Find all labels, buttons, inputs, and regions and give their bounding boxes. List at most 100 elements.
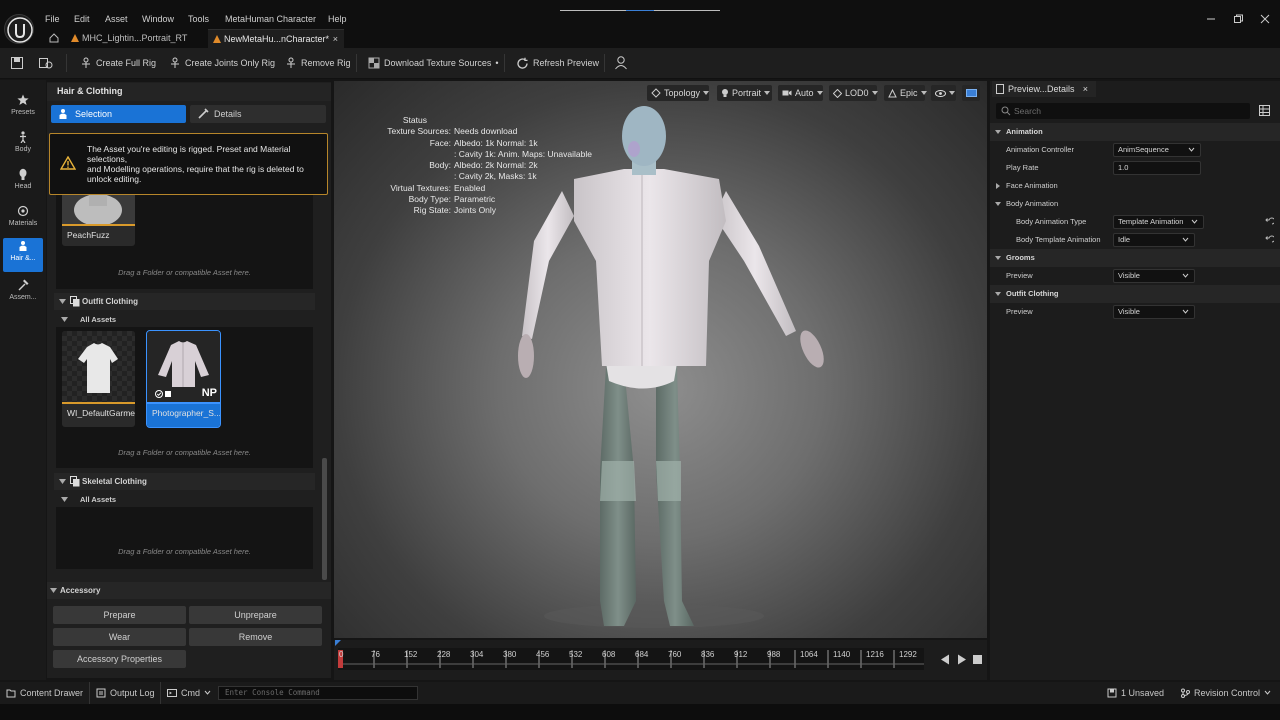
- rail-assembly-label: Assem...: [9, 294, 37, 301]
- rail-presets[interactable]: Presets: [3, 92, 43, 126]
- menu-help[interactable]: Help: [328, 12, 347, 26]
- category-face-animation[interactable]: Face Animation: [990, 177, 1280, 195]
- remove-rig-button[interactable]: Remove Rig: [285, 55, 351, 71]
- minimize-icon[interactable]: [1205, 13, 1219, 25]
- wear-button[interactable]: Wear: [53, 628, 186, 646]
- terminal-icon: [167, 688, 177, 698]
- output-log-label: Output Log: [110, 688, 155, 698]
- close-window-icon[interactable]: [1259, 13, 1273, 25]
- chevron-down-icon: [1191, 216, 1198, 228]
- status-value: : Cavity 2k, Masks: 1k: [454, 171, 537, 182]
- status-key: [334, 171, 454, 182]
- outfit-preview-dropdown[interactable]: Visible: [1113, 305, 1195, 319]
- timeline-ruler[interactable]: 0 76 152 228 304 380 456 532 608 684 760…: [338, 648, 924, 670]
- body-animation-type-dropdown[interactable]: Template Animation: [1113, 215, 1204, 229]
- portrait-lighting-dropdown[interactable]: Portrait: [717, 85, 772, 101]
- category-grooms[interactable]: Grooms: [990, 249, 1280, 267]
- tab-lighting-portrait[interactable]: MHC_Lightin...Portrait_RT: [66, 29, 204, 48]
- menu-asset[interactable]: Asset: [105, 12, 128, 26]
- user-icon[interactable]: [614, 55, 628, 70]
- details-search-input[interactable]: Search: [996, 103, 1250, 119]
- download-texture-sources-button[interactable]: Download Texture Sources •: [368, 55, 499, 71]
- grooms-preview-dropdown[interactable]: Visible: [1113, 269, 1195, 283]
- play-rate-input[interactable]: 1.0: [1113, 161, 1201, 175]
- status-value: : Cavity 1k: Anim. Maps: Unavailable: [454, 148, 592, 159]
- category-animation[interactable]: Animation: [990, 123, 1280, 141]
- menu-tools[interactable]: Tools: [188, 12, 209, 26]
- tick-label: 1140: [833, 650, 851, 659]
- category-body-animation[interactable]: Body Animation: [990, 195, 1280, 213]
- menu-edit[interactable]: Edit: [74, 12, 90, 26]
- np-badge: NP: [201, 387, 217, 399]
- view-options-dropdown[interactable]: [931, 85, 956, 101]
- tab-close-icon[interactable]: ×: [1083, 81, 1088, 97]
- menu-metahuman-character[interactable]: MetaHuman Character: [225, 12, 316, 26]
- lod-dropdown[interactable]: LOD0: [829, 85, 878, 101]
- accessory-properties-button[interactable]: Accessory Properties: [53, 650, 186, 668]
- prop-play-rate: Play Rate 1.0: [990, 159, 1280, 177]
- reset-arrow-icon[interactable]: [1264, 235, 1274, 245]
- skeletal-all-assets-header[interactable]: All Assets: [56, 492, 313, 507]
- revision-control-dropdown[interactable]: Revision Control: [1180, 688, 1271, 698]
- home-icon[interactable]: [48, 32, 60, 44]
- animation-controller-dropdown[interactable]: AnimSequence: [1113, 143, 1201, 157]
- create-full-rig-button[interactable]: Create Full Rig: [80, 55, 156, 71]
- unreal-logo-icon[interactable]: [4, 14, 34, 44]
- category-outfit-clothing[interactable]: Outfit Clothing: [990, 285, 1280, 303]
- restore-icon[interactable]: [1232, 13, 1246, 25]
- rail-materials[interactable]: Materials: [3, 203, 43, 237]
- accessory-header[interactable]: Accessory: [47, 582, 331, 599]
- unprepare-button[interactable]: Unprepare: [189, 606, 322, 624]
- reset-arrow-icon[interactable]: [1264, 217, 1274, 227]
- character-viewport[interactable]: Topology Portrait Auto LOD0 Epic Status …: [334, 81, 987, 638]
- head-icon: [17, 168, 29, 180]
- drag-hint-skeletal: Drag a Folder or compatible Asset here.: [118, 547, 251, 556]
- joints-rig-icon: [169, 57, 181, 69]
- refresh-preview-label: Refresh Preview: [533, 58, 600, 68]
- save-icon[interactable]: [10, 56, 24, 70]
- photographer-shirt-tile[interactable]: NP Photographer_S...: [146, 330, 221, 428]
- tab-preview-details[interactable]: Preview...Details ×: [992, 81, 1096, 97]
- unsaved-indicator[interactable]: 1 Unsaved: [1107, 688, 1164, 698]
- menu-file[interactable]: File: [45, 12, 60, 26]
- browse-asset-icon[interactable]: [38, 56, 54, 70]
- drag-hint-grooms: Drag a Folder or compatible Asset here.: [118, 268, 251, 277]
- panel-scrollbar[interactable]: [322, 458, 327, 580]
- search-placeholder: Search: [1014, 106, 1041, 116]
- selection-person-icon: [58, 108, 68, 120]
- rail-body[interactable]: Body: [3, 129, 43, 163]
- refresh-preview-button[interactable]: Refresh Preview: [516, 55, 599, 71]
- play-icon[interactable]: [957, 654, 967, 665]
- camera-auto-dropdown[interactable]: Auto: [778, 85, 823, 101]
- display-toggle-button[interactable]: [962, 85, 980, 101]
- tab-metahuman-character[interactable]: NewMetaHu...nCharacter* ×: [208, 29, 344, 48]
- console-command-input[interactable]: Enter Console Command: [218, 686, 418, 700]
- outfit-clothing-header[interactable]: Outfit Clothing: [54, 293, 315, 310]
- tick-label: 608: [602, 650, 616, 659]
- tick-label: 532: [569, 650, 583, 659]
- rail-assembly[interactable]: Assem...: [3, 277, 43, 311]
- skeletal-clothing-header[interactable]: Skeletal Clothing: [54, 473, 315, 490]
- remove-button[interactable]: Remove: [189, 628, 322, 646]
- prepare-button[interactable]: Prepare: [53, 606, 186, 624]
- rail-hair-clothing[interactable]: Hair &...: [3, 238, 43, 272]
- output-log-button[interactable]: Output Log: [96, 688, 155, 698]
- body-icon: [17, 131, 29, 143]
- default-garment-tile[interactable]: WI_DefaultGarment: [62, 331, 135, 427]
- body-template-animation-dropdown[interactable]: Idle: [1113, 233, 1195, 247]
- outfit-all-assets-header[interactable]: All Assets: [56, 312, 313, 327]
- cmd-dropdown[interactable]: Cmd: [167, 688, 211, 698]
- play-reverse-icon[interactable]: [940, 654, 950, 665]
- menu-window[interactable]: Window: [142, 12, 174, 26]
- content-drawer-button[interactable]: Content Drawer: [6, 688, 83, 698]
- quality-epic-dropdown[interactable]: Epic: [884, 85, 927, 101]
- stop-icon[interactable]: [972, 654, 982, 665]
- create-joints-only-rig-button[interactable]: Create Joints Only Rig: [169, 55, 275, 71]
- console-placeholder: Enter Console Command: [225, 688, 320, 697]
- topology-dropdown[interactable]: Topology: [647, 85, 710, 101]
- tab-close-icon[interactable]: ×: [333, 30, 338, 49]
- table-view-icon[interactable]: [1258, 104, 1271, 117]
- tab-details[interactable]: Details: [190, 105, 326, 123]
- rail-head[interactable]: Head: [3, 166, 43, 200]
- tab-selection[interactable]: Selection: [51, 105, 186, 123]
